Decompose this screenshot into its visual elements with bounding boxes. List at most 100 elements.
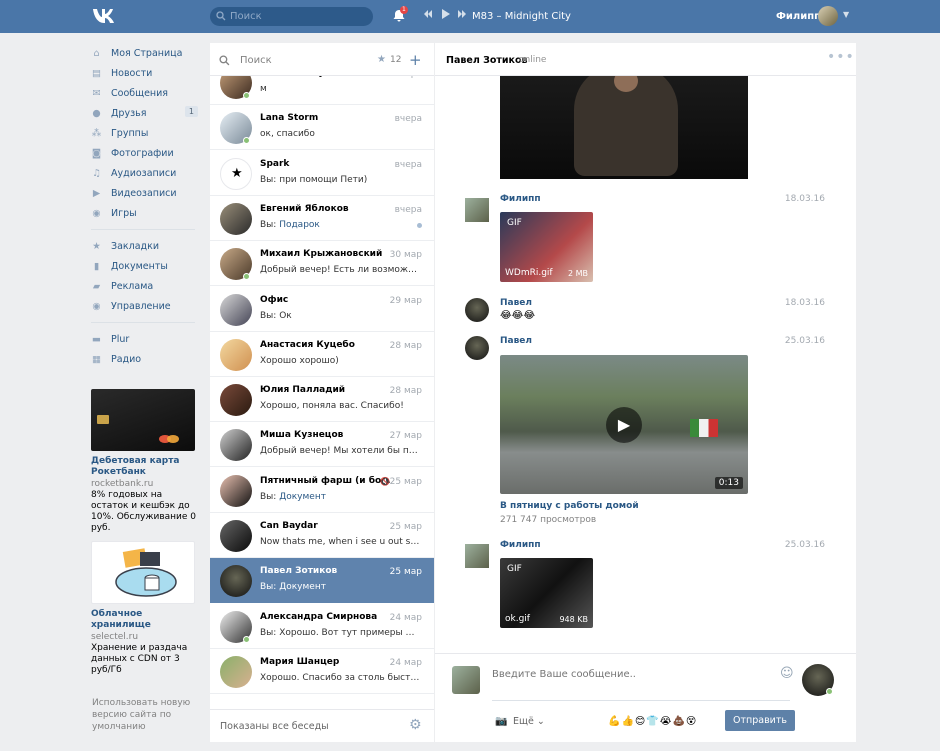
dialog-row[interactable]: Lana Storm ок, спасибо вчера: [210, 105, 434, 151]
avatar[interactable]: [220, 429, 252, 462]
sidebar-item[interactable]: ◙ Фотографии: [91, 143, 201, 163]
smile-icon[interactable]: ☺: [780, 666, 794, 681]
avatar[interactable]: [465, 198, 489, 222]
sidebar-item[interactable]: ◉ Управление: [91, 296, 201, 316]
new-version-link[interactable]: Использовать новую версию сайта по умолч…: [92, 697, 196, 733]
dialog-row[interactable]: Офис Вы: Ок 29 мар: [210, 287, 434, 332]
dialog-row[interactable]: Пятничный фарш (и боч… Вы: Документ 25 мар…: [210, 468, 434, 513]
ad-rocketbank[interactable]: Дебетовая карта Рокетбанк rocketbank.ru …: [91, 389, 197, 534]
ad-cloud-image[interactable]: [91, 541, 195, 604]
prev-track-icon[interactable]: [423, 9, 433, 19]
gif-attachment[interactable]: GIF WDmRi.gif 2 MB: [500, 212, 593, 282]
sidebar-item[interactable]: ▮ Документы: [91, 256, 201, 276]
dialog-row[interactable]: Анастасия Куцебо Хорошо хорошо) 28 мар: [210, 332, 434, 377]
more-icon[interactable]: •••: [827, 49, 855, 65]
sidebar-item-label: Игры: [111, 207, 137, 219]
avatar[interactable]: [220, 565, 252, 598]
gamepad-icon: ◉: [92, 207, 101, 219]
sidebar-item[interactable]: ♫ Аудиозаписи: [91, 163, 201, 183]
dialog-date: 28 мар: [389, 386, 422, 397]
star-icon[interactable]: ★: [377, 54, 386, 65]
dialog-row[interactable]: Can Baydar Now thats me, when i see u out…: [210, 513, 434, 558]
dialog-name: Павел Зотиков: [260, 566, 338, 577]
attach-more-button[interactable]: Ещё ⌄: [513, 716, 545, 727]
avatar[interactable]: [220, 474, 252, 507]
sidebar-item[interactable]: ▶ Видеозаписи: [91, 183, 201, 203]
notifications-button[interactable]: 1: [393, 6, 408, 25]
avatar[interactable]: [220, 384, 252, 417]
sidebar-item-label: Фотографии: [111, 147, 174, 159]
message-author[interactable]: Павел: [500, 336, 532, 346]
quick-emoji-bar[interactable]: 💪👍😊👕😭💩😵: [608, 716, 697, 727]
dialog-row[interactable]: Евгений Яблоков Вы: Подарок вчера: [210, 196, 434, 241]
dialog-row[interactable]: Татьяна Плуталова м вчера: [210, 76, 434, 105]
avatar[interactable]: [465, 336, 489, 360]
dialog-row[interactable]: Павел Зотиков Вы: Документ 25 мар: [210, 558, 434, 604]
gear-icon[interactable]: ⚙: [409, 717, 422, 733]
sidebar-item[interactable]: ✉ Сообщения: [91, 83, 201, 103]
chevron-down-icon[interactable]: ▼: [843, 10, 849, 19]
user-avatar[interactable]: [818, 6, 838, 26]
dialogs-footer: Показаны все беседы ⚙: [210, 709, 434, 742]
my-avatar[interactable]: [452, 666, 480, 694]
sidebar-item[interactable]: ⌂ Моя Страница: [91, 43, 201, 63]
dialog-row[interactable]: ★ Spark Вы: при помощи Пети) вчера: [210, 151, 434, 196]
sidebar-item[interactable]: ▰ Реклама: [91, 276, 201, 296]
sidebar-item[interactable]: ▬ Plur: [91, 329, 201, 349]
message-author[interactable]: Филипп: [500, 194, 541, 204]
dialog-date: 30 мар: [389, 250, 422, 261]
message-input[interactable]: [492, 669, 790, 701]
ad-title[interactable]: Дебетовая карта Рокетбанк: [91, 456, 197, 478]
sidebar-item[interactable]: ● Друзья 1: [91, 103, 201, 123]
next-track-icon[interactable]: [457, 9, 467, 19]
sidebar-item[interactable]: ⁂ Группы: [91, 123, 201, 143]
new-dialog-button[interactable]: +: [409, 51, 422, 69]
avatar[interactable]: [220, 202, 252, 235]
video-title[interactable]: В пятницу с работы домой: [500, 501, 639, 511]
groups-icon: ⁂: [91, 127, 102, 139]
send-button[interactable]: Отправить: [725, 710, 795, 731]
ad-title[interactable]: Облачное хранилище: [91, 609, 197, 631]
avatar[interactable]: ★: [220, 157, 252, 190]
sidebar-item[interactable]: ▦ Радио: [91, 349, 201, 369]
dialogs-search-input[interactable]: Поиск: [240, 55, 272, 66]
dialog-row[interactable]: Александра Смирнова Вы: Хорошо. Вот тут п…: [210, 604, 434, 649]
sidebar-item[interactable]: ◉ Игры: [91, 203, 201, 223]
dialog-row[interactable]: Миша Кузнецов Добрый вечер! Мы хотели бы …: [210, 422, 434, 468]
photo-attachment[interactable]: [500, 76, 748, 179]
header-search-input[interactable]: Поиск: [210, 7, 373, 26]
play-icon[interactable]: [440, 9, 450, 19]
dialog-row[interactable]: Мария Шанцер Хорошо. Спасибо за столь быс…: [210, 649, 434, 694]
gif-attachment[interactable]: GIF ok.gif 948 KB: [500, 558, 593, 628]
avatar[interactable]: [220, 655, 252, 688]
avatar[interactable]: [220, 338, 252, 371]
ad-card-image[interactable]: [91, 389, 195, 451]
message-history[interactable]: Филипп 18.03.16 GIF WDmRi.gif 2 MB Павел…: [435, 76, 856, 653]
camera-icon[interactable]: 📷: [495, 716, 507, 727]
user-name[interactable]: Филипп: [776, 11, 821, 22]
audio-player-controls: [423, 9, 467, 19]
current-track[interactable]: M83 – Midnight City: [472, 11, 571, 22]
sidebar-item[interactable]: ★ Закладки: [91, 236, 201, 256]
play-icon[interactable]: ▶: [606, 407, 642, 443]
video-attachment[interactable]: ▶ 0:13: [500, 355, 748, 494]
ad-selectel[interactable]: Облачное хранилище selectel.ru Хранение …: [91, 541, 197, 676]
dialog-row[interactable]: Михаил Крыжановский Добрый вечер! Есть ли…: [210, 241, 434, 287]
message-author[interactable]: Филипп: [500, 540, 541, 550]
avatar[interactable]: [220, 520, 252, 552]
vk-logo[interactable]: [93, 8, 117, 24]
ads-icon: ▰: [92, 280, 101, 292]
dialog-preview: Добрый вечер! Есть ли возможность …: [260, 265, 422, 275]
avatar[interactable]: [220, 293, 252, 326]
sidebar-item-label: Моя Страница: [111, 47, 183, 59]
messages-icon: ✉: [92, 87, 101, 99]
chat-peer-name[interactable]: Павел Зотиков: [446, 55, 528, 66]
avatar[interactable]: [465, 544, 489, 568]
message-author[interactable]: Павел: [500, 298, 532, 308]
star-icon: ★: [92, 240, 101, 252]
sidebar-item-label: Реклама: [111, 280, 154, 292]
avatar[interactable]: [465, 298, 489, 322]
sidebar-item[interactable]: ▤ Новости: [91, 63, 201, 83]
dialog-name: Евгений Яблоков: [260, 203, 349, 214]
dialog-row[interactable]: Юлия Палладий Хорошо, поняла вас. Спасибо…: [210, 377, 434, 423]
